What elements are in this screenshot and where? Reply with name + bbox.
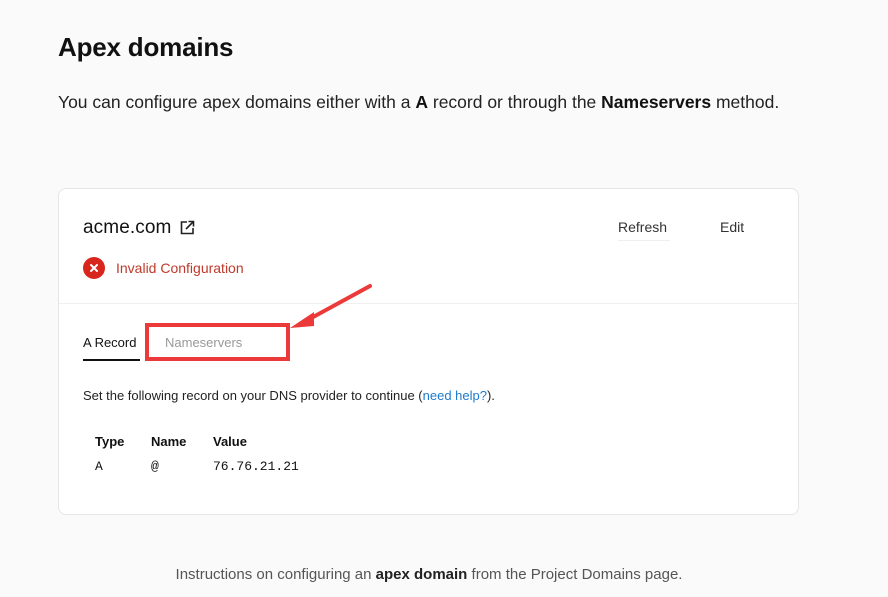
tab-a-record[interactable]: A Record (83, 335, 136, 350)
record-name-cell: @ (151, 459, 159, 474)
intro-text-1: You can configure apex domains either wi… (58, 92, 416, 112)
domain-row[interactable]: acme.com (83, 217, 196, 239)
page-heading: Apex domains (58, 32, 234, 62)
need-help-link[interactable]: need help? (423, 388, 487, 403)
error-icon (83, 257, 105, 279)
intro-text-2: record or through the (428, 92, 602, 112)
external-link-icon[interactable] (178, 219, 196, 237)
domain-name[interactable]: acme.com (83, 217, 171, 239)
figure-caption: Instructions on configuring an apex doma… (0, 566, 858, 583)
active-tab-indicator (83, 359, 140, 361)
table-header-type: Type (95, 434, 125, 449)
domain-card-header: acme.com Invalid Configuration Refresh E… (59, 189, 798, 304)
table-header-value: Value (213, 434, 247, 449)
domain-card: acme.com Invalid Configuration Refresh E… (58, 188, 799, 515)
instruction-text-before: Set the following record on your DNS pro… (83, 388, 423, 403)
caption-bold: apex domain (375, 566, 468, 583)
annotation-highlight-box (145, 323, 290, 361)
intro-bold-a: A (415, 92, 428, 112)
record-value-cell: 76.76.21.21 (213, 459, 299, 474)
dns-instruction: Set the following record on your DNS pro… (83, 388, 495, 403)
status-text: Invalid Configuration (116, 260, 244, 276)
instruction-text-after: ). (486, 388, 495, 403)
edit-button[interactable]: Edit (720, 219, 744, 235)
intro-bold-nameservers: Nameservers (601, 92, 712, 112)
intro-paragraph: You can configure apex domains either wi… (58, 88, 818, 116)
page: Apex domains You can configure apex doma… (0, 0, 888, 597)
annotation-arrow (290, 284, 372, 328)
record-type-cell: A (95, 459, 103, 474)
annotation-arrowhead (290, 312, 314, 328)
status-row: Invalid Configuration (83, 257, 244, 279)
caption-text-after: from the Project Domains page. (467, 566, 683, 583)
table-header-name: Name (151, 434, 187, 449)
refresh-underline (618, 240, 670, 241)
caption-text-before: Instructions on configuring an (175, 566, 376, 583)
intro-text-3: method. (711, 92, 780, 112)
refresh-button[interactable]: Refresh (618, 219, 667, 235)
